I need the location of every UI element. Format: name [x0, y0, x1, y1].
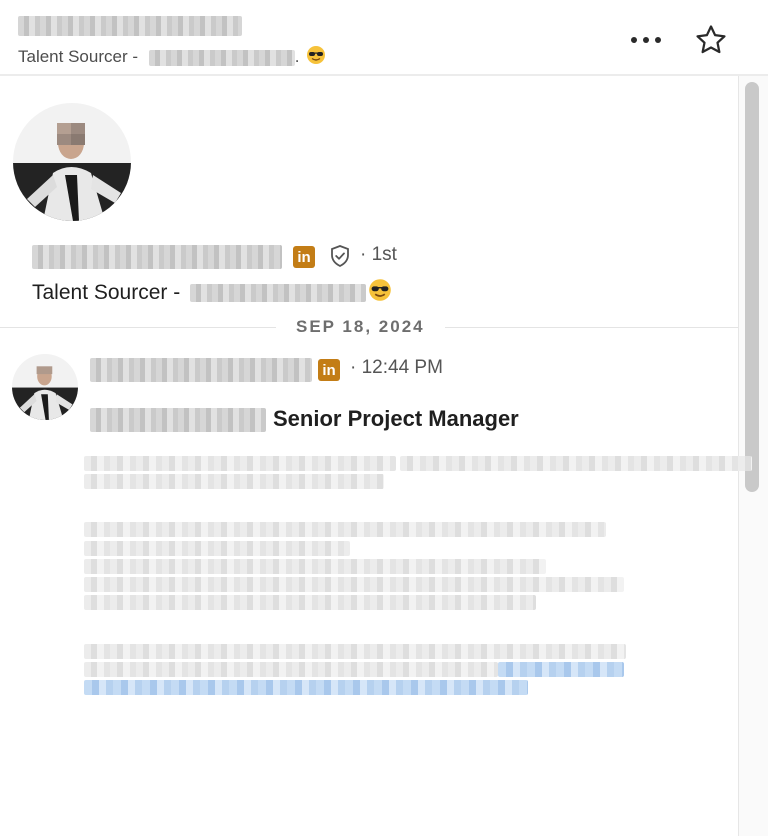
linkedin-icon: in	[318, 359, 340, 381]
message-sender-avatar[interactable]	[12, 354, 78, 420]
star-button[interactable]	[690, 20, 732, 60]
redacted-text-line	[84, 558, 546, 574]
redacted-text-line	[84, 595, 536, 611]
redacted-text-line	[400, 456, 753, 471]
redacted-sender-name	[90, 358, 312, 382]
redacted-text-line	[84, 661, 624, 677]
conversation-header: Talent Sourcer - .	[0, 0, 768, 76]
profile-subtitle-text: Talent Sourcer -	[32, 281, 181, 304]
date-divider-label: SEP 18, 2024	[276, 317, 445, 337]
profile-subtitle: Talent Sourcer -	[32, 278, 392, 308]
redacted-text-line	[84, 456, 396, 471]
redacted-text-line	[84, 522, 606, 538]
profile-avatar[interactable]	[13, 103, 131, 221]
message-body	[84, 456, 768, 698]
redacted-contact-name	[18, 16, 242, 36]
star-outline-icon	[696, 25, 726, 54]
more-options-button[interactable]	[624, 20, 668, 60]
redacted-text-line	[84, 540, 350, 556]
sunglasses-emoji-icon	[368, 278, 392, 308]
header-subtitle: Talent Sourcer - .	[18, 45, 326, 70]
message-timestamp: · 12:44 PM	[350, 357, 443, 378]
redacted-profile-name	[32, 245, 282, 269]
header-subtitle-text: Talent Sourcer -	[18, 47, 138, 66]
message-subject: Senior Project Manager	[273, 406, 519, 431]
redacted-subject-prefix	[90, 408, 266, 432]
redacted-link[interactable]	[498, 661, 624, 677]
more-horizontal-icon	[631, 37, 661, 43]
redacted-text-line	[84, 474, 384, 490]
verified-shield-icon	[328, 244, 352, 268]
redacted-link[interactable]	[84, 679, 528, 695]
sunglasses-emoji-icon	[306, 45, 326, 70]
redacted-company	[148, 49, 295, 66]
scrollbar-thumb[interactable]	[745, 82, 759, 492]
connection-degree: · 1st	[360, 244, 397, 265]
redacted-profile-company	[190, 284, 367, 303]
linkedin-icon: in	[293, 246, 315, 268]
redacted-text-line	[84, 577, 624, 593]
redacted-text-line	[84, 643, 626, 659]
